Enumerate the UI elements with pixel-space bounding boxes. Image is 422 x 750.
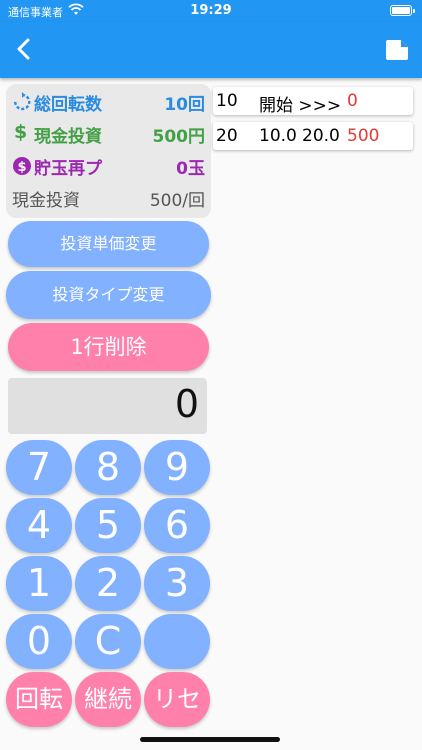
- rotations-value: 10回: [164, 95, 205, 115]
- saved-label: 貯玉再プ: [34, 159, 102, 179]
- display-value: 0: [174, 382, 199, 426]
- document-icon[interactable]: [384, 38, 410, 62]
- cash-value: 500円: [152, 127, 206, 147]
- history-count: 10: [216, 91, 238, 111]
- key-6[interactable]: 6: [144, 498, 210, 553]
- history-count: 20: [216, 126, 238, 146]
- key-0[interactable]: 0: [6, 614, 72, 669]
- summary-unit: 現金投資 500/回: [6, 182, 211, 214]
- battery-icon: [390, 5, 415, 16]
- reset-button[interactable]: リセ: [144, 672, 210, 727]
- saved-value: 0玉: [176, 159, 205, 179]
- history-row[interactable]: 20 10.0 20.0 500: [213, 122, 413, 150]
- key-8[interactable]: 8: [75, 440, 141, 495]
- change-type-button[interactable]: 投資タイプ変更: [6, 271, 211, 319]
- unit-label: 現金投資: [12, 191, 80, 211]
- summary-panel: 総回転数 10回 $ 現金投資 500円 $ 貯玉再プ 0玉 現金投資 500/…: [6, 84, 211, 218]
- delete-row-button[interactable]: 1行削除: [8, 323, 209, 371]
- home-indicator: [140, 737, 280, 742]
- change-unit-button[interactable]: 投資単価変更: [8, 221, 209, 267]
- key-1[interactable]: 1: [6, 556, 72, 611]
- history-amount: 0: [347, 91, 358, 111]
- input-display: 0: [8, 378, 207, 434]
- svg-text:$: $: [17, 160, 26, 175]
- key-clear[interactable]: C: [75, 614, 141, 669]
- dollar-icon: $: [14, 121, 28, 143]
- key-blank[interactable]: [144, 614, 210, 669]
- rotate-icon: [14, 92, 31, 111]
- cash-label: 現金投資: [34, 127, 102, 147]
- coin-icon: $: [13, 157, 31, 175]
- summary-rotations: 総回転数 10回: [6, 86, 211, 118]
- status-bar: 通信事業者 19:29: [0, 0, 422, 22]
- spin-button[interactable]: 回転: [6, 672, 72, 727]
- key-4[interactable]: 4: [6, 498, 72, 553]
- summary-cash: $ 現金投資 500円: [6, 118, 211, 150]
- history-col-a: 10.0: [259, 126, 297, 146]
- continue-button[interactable]: 継続: [75, 672, 141, 727]
- summary-saved: $ 貯玉再プ 0玉: [6, 150, 211, 182]
- key-2[interactable]: 2: [75, 556, 141, 611]
- key-3[interactable]: 3: [144, 556, 210, 611]
- clock: 19:29: [190, 3, 232, 18]
- history-row[interactable]: 10 開始 >>> 0: [213, 87, 413, 116]
- key-7[interactable]: 7: [6, 440, 72, 495]
- app-bar: [0, 22, 422, 78]
- back-arrow-icon[interactable]: [12, 36, 38, 62]
- history-col-a: 開始 >>>: [259, 96, 342, 116]
- rotations-label: 総回転数: [34, 95, 102, 115]
- history-col-b: 20.0: [302, 126, 340, 146]
- key-5[interactable]: 5: [75, 498, 141, 553]
- key-9[interactable]: 9: [144, 440, 210, 495]
- history-amount: 500: [347, 126, 380, 146]
- unit-value: 500/回: [149, 191, 205, 211]
